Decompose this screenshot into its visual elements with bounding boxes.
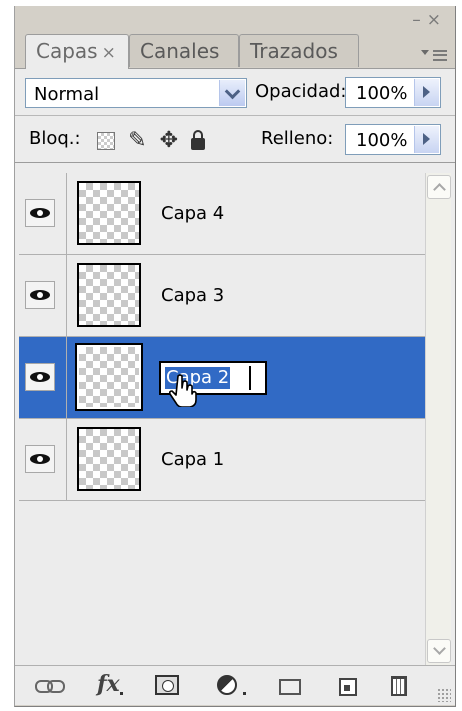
- fill-value: 100%: [356, 130, 408, 151]
- link-layers-icon[interactable]: [35, 675, 65, 697]
- tab-trazados-label: Trazados: [250, 39, 338, 63]
- chevron-down-icon[interactable]: [219, 80, 245, 106]
- layer-row-capa-2-selected[interactable]: Capa 2: [19, 337, 427, 419]
- layer-name[interactable]: Capa 1: [161, 449, 224, 470]
- lock-icons: ✎ ✥: [97, 128, 213, 153]
- layers-panel-window: –× Capas × Canales Trazados Normal Opacid…: [14, 6, 456, 707]
- opacity-arrow-icon[interactable]: [414, 79, 439, 106]
- tab-capas-label: Capas: [36, 39, 98, 63]
- divider: [66, 337, 67, 419]
- lock-position-move-icon[interactable]: ✥: [160, 128, 178, 153]
- divider: [66, 173, 67, 255]
- layer-mask-icon[interactable]: [155, 675, 179, 695]
- layer-row-capa-3[interactable]: Capa 3: [19, 255, 427, 337]
- divider: [66, 255, 67, 337]
- visibility-eye-icon[interactable]: [25, 363, 55, 391]
- opacity-label: Opacidad:: [255, 81, 347, 102]
- hand-cursor-icon: [169, 374, 197, 407]
- tab-canales-label: Canales: [140, 39, 220, 63]
- lock-all-padlock-icon[interactable]: [191, 129, 206, 150]
- blend-mode-value: Normal: [34, 84, 100, 105]
- vertical-scrollbar[interactable]: [425, 173, 451, 665]
- delete-layer-trash-icon[interactable]: [391, 676, 407, 696]
- divider: [66, 419, 67, 501]
- visibility-eye-icon[interactable]: [25, 199, 55, 227]
- new-layer-icon[interactable]: [339, 678, 357, 696]
- fx-dropdown-dot: [120, 692, 123, 695]
- tab-trazados[interactable]: Trazados: [239, 34, 359, 67]
- fx-icon[interactable]: fx: [97, 671, 120, 697]
- opacity-value: 100%: [356, 83, 408, 104]
- fill-field[interactable]: 100%: [345, 124, 441, 155]
- new-group-folder-icon[interactable]: [279, 679, 301, 695]
- fill-label: Relleno:: [261, 128, 334, 149]
- panel-menu-icon[interactable]: [419, 44, 447, 64]
- menu-lines-icon: [433, 50, 447, 61]
- resize-grip-icon[interactable]: [437, 688, 451, 702]
- adjustment-layer-icon[interactable]: [217, 675, 237, 695]
- layer-thumbnail[interactable]: [77, 427, 141, 491]
- close-window-button[interactable]: ×: [427, 10, 447, 30]
- window-controls: –×: [412, 10, 447, 30]
- layer-name[interactable]: Capa 3: [161, 285, 224, 306]
- lock-transparency-icon[interactable]: [97, 131, 115, 150]
- visibility-eye-icon[interactable]: [25, 281, 55, 309]
- tab-close-icon[interactable]: ×: [102, 43, 116, 63]
- lock-pixels-brush-icon[interactable]: ✎: [128, 128, 146, 153]
- adjust-dropdown-dot: [243, 692, 246, 695]
- lock-row: Bloq.: ✎ ✥ Relleno: 100%: [15, 116, 455, 163]
- scroll-up-icon[interactable]: [427, 175, 451, 199]
- panel-tab-bar: Capas × Canales Trazados: [15, 32, 455, 69]
- text-caret: [249, 366, 251, 390]
- fill-arrow-icon[interactable]: [414, 126, 439, 153]
- minimize-button[interactable]: –: [412, 10, 427, 30]
- layer-row-capa-4[interactable]: Capa 4: [19, 173, 427, 255]
- layer-row-capa-1[interactable]: Capa 1: [19, 419, 427, 501]
- blend-row: Normal Opacidad: 100%: [15, 69, 455, 116]
- layer-thumbnail[interactable]: [75, 343, 143, 411]
- menu-arrow-icon: [421, 50, 429, 55]
- layer-thumbnail[interactable]: [77, 181, 141, 245]
- scroll-down-icon[interactable]: [427, 639, 451, 663]
- layers-panel: Normal Opacidad: 100% Bloq.: ✎ ✥ Relleno…: [15, 69, 455, 705]
- blend-mode-select[interactable]: Normal: [25, 78, 247, 108]
- lock-label: Bloq.:: [29, 128, 81, 149]
- layer-name[interactable]: Capa 4: [161, 203, 224, 224]
- panel-bottom-toolbar: fx: [15, 665, 455, 706]
- tab-canales[interactable]: Canales: [129, 34, 239, 67]
- tab-capas[interactable]: Capas ×: [25, 34, 129, 69]
- layers-list: Capa 4 Capa 3 Capa 2 Capa 1: [19, 173, 427, 649]
- opacity-field[interactable]: 100%: [345, 77, 441, 108]
- visibility-eye-icon[interactable]: [25, 445, 55, 473]
- layer-thumbnail[interactable]: [77, 263, 141, 327]
